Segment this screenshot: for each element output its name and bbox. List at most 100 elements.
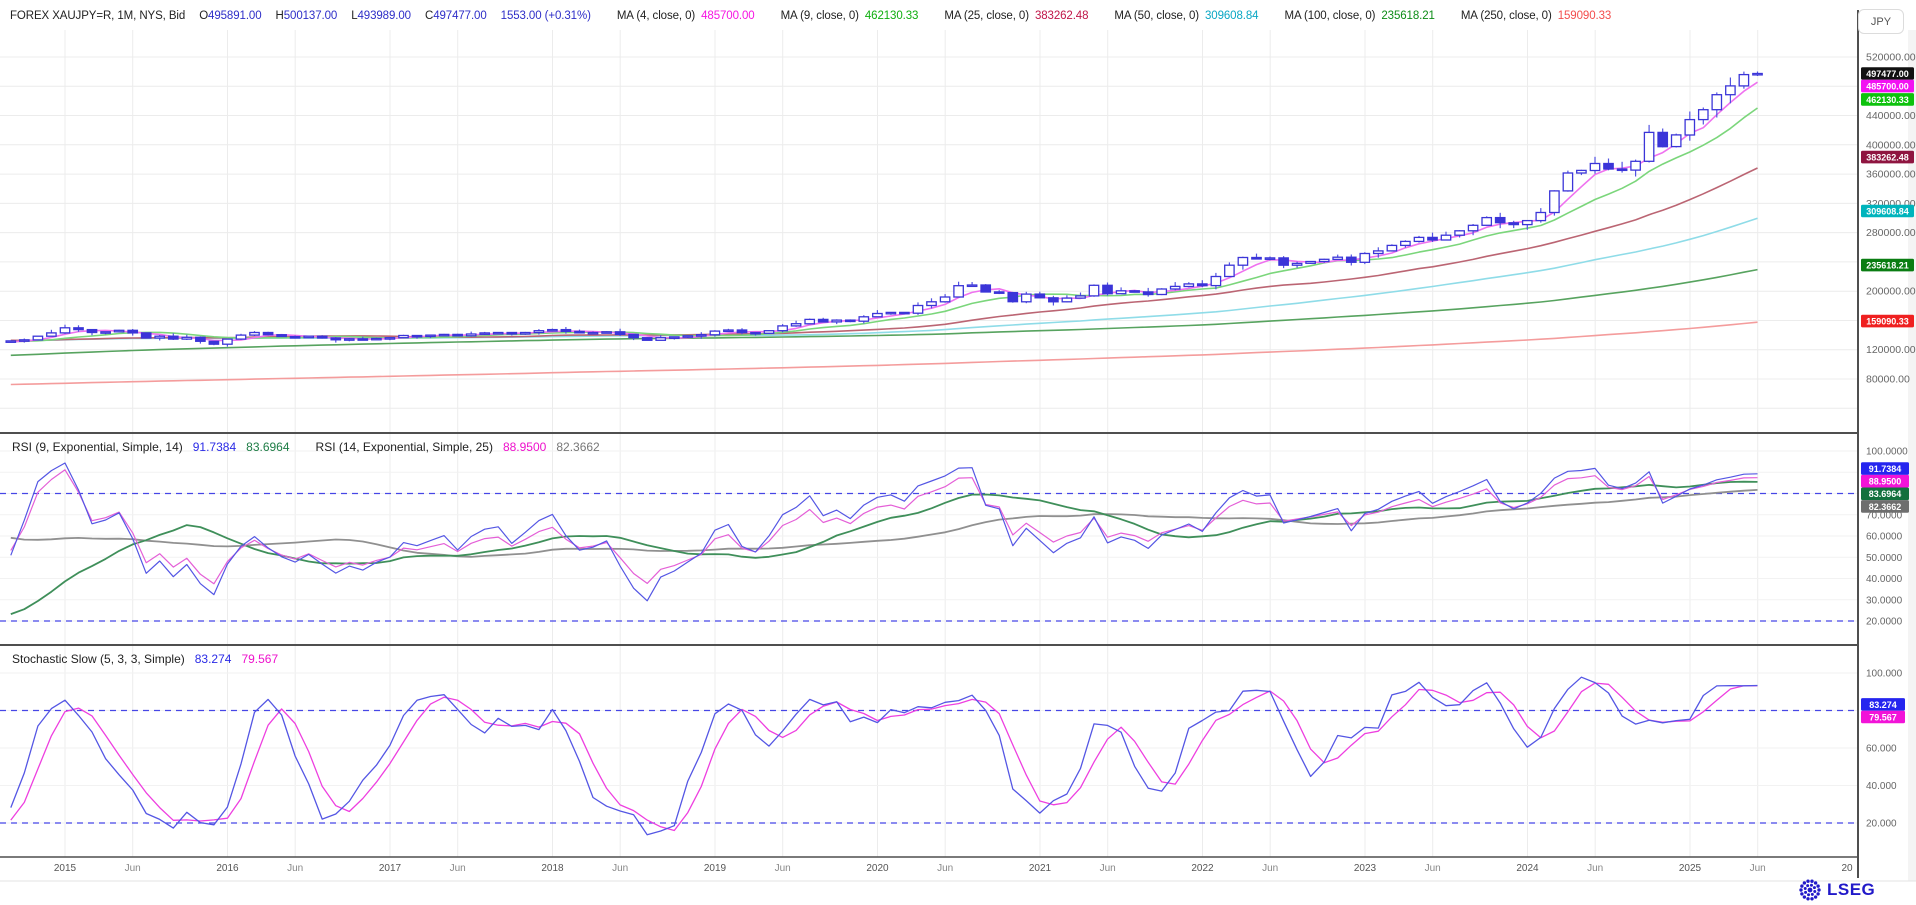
svg-text:79.567: 79.567	[1869, 712, 1897, 722]
axis-badge: 91.7384	[1861, 462, 1909, 475]
stoch-k-value: 83.274	[195, 652, 232, 666]
svg-text:60.0000: 60.0000	[1866, 532, 1903, 543]
axis-badge: 485700.00	[1861, 80, 1914, 93]
svg-text:20.0000: 20.0000	[1866, 617, 1903, 628]
stoch-panel-title: Stochastic Slow (5, 3, 3, Simple) 83.274…	[12, 652, 278, 666]
svg-text:Jun: Jun	[287, 863, 303, 874]
svg-text:40.000: 40.000	[1866, 781, 1897, 792]
svg-text:2017: 2017	[379, 863, 402, 874]
svg-text:440000.00: 440000.00	[1866, 110, 1916, 122]
svg-text:200000.00: 200000.00	[1866, 286, 1916, 298]
price-panel	[0, 57, 1858, 408]
svg-text:Jun: Jun	[775, 863, 791, 874]
svg-text:91.7384: 91.7384	[1869, 464, 1902, 474]
stoch-title: Stochastic Slow (5, 3, 3, Simple)	[12, 652, 185, 666]
svg-text:309608.84: 309608.84	[1866, 206, 1909, 216]
axis-badge: 462130.33	[1861, 93, 1914, 106]
svg-text:Jun: Jun	[1100, 863, 1116, 874]
svg-text:Jun: Jun	[612, 863, 628, 874]
svg-text:50.0000: 50.0000	[1866, 553, 1903, 564]
ma-legend-item: MA (25, close, 0)383262.48	[944, 10, 1114, 22]
svg-text:82.3662: 82.3662	[1869, 502, 1902, 512]
stoch-panel	[0, 673, 1858, 835]
svg-text:159090.33: 159090.33	[1866, 317, 1909, 327]
currency-button[interactable]: JPY	[1858, 9, 1904, 34]
svg-text:360000.00: 360000.00	[1866, 169, 1916, 181]
ma-legend-item: MA (50, close, 0)309608.84	[1114, 10, 1284, 22]
svg-text:Jun: Jun	[1587, 863, 1603, 874]
svg-text:60.000: 60.000	[1866, 744, 1897, 755]
svg-text:30.0000: 30.0000	[1866, 595, 1903, 606]
svg-text:2021: 2021	[1029, 863, 1052, 874]
svg-text:2020: 2020	[866, 863, 889, 874]
axis-badge: 79.567	[1861, 711, 1905, 724]
svg-text:383262.48: 383262.48	[1866, 153, 1909, 163]
svg-text:2015: 2015	[54, 863, 77, 874]
lseg-logo-text: LSEG	[1827, 880, 1875, 900]
net-change: 1553.00 (+0.31%)	[501, 10, 591, 22]
svg-text:2016: 2016	[216, 863, 239, 874]
svg-text:Jun: Jun	[1425, 863, 1441, 874]
svg-text:20.000: 20.000	[1866, 819, 1897, 830]
rsi-value-2: 88.9500	[503, 440, 546, 454]
svg-text:280000.00: 280000.00	[1866, 227, 1916, 239]
close-value: C497477.00	[425, 10, 487, 22]
svg-text:100.0000: 100.0000	[1866, 447, 1908, 458]
svg-text:235618.21: 235618.21	[1866, 261, 1909, 271]
svg-text:520000.00: 520000.00	[1866, 52, 1916, 64]
axis-badge: 383262.48	[1861, 151, 1914, 164]
axis-badge: 309608.84	[1861, 205, 1914, 218]
svg-text:Jun: Jun	[450, 863, 466, 874]
ma-legend-item: MA (250, close, 0)159090.33	[1461, 10, 1637, 22]
high-value: H500137.00	[276, 10, 338, 22]
axis-badge: 83.274	[1861, 698, 1905, 711]
svg-text:88.9500: 88.9500	[1869, 477, 1902, 487]
stoch-d-value: 79.567	[241, 652, 278, 666]
svg-text:Jun: Jun	[1262, 863, 1278, 874]
rsi-panel-title: RSI (9, Exponential, Simple, 14) 91.7384…	[12, 440, 600, 454]
svg-text:20: 20	[1841, 863, 1853, 874]
svg-text:2019: 2019	[704, 863, 727, 874]
ma-legend-item: MA (100, close, 0)235618.21	[1284, 10, 1460, 22]
ma-legend-item: MA (4, close, 0)485700.00	[617, 10, 781, 22]
svg-text:83.6964: 83.6964	[1869, 489, 1902, 499]
svg-text:2024: 2024	[1516, 863, 1539, 874]
axis-badge: 497477.00	[1861, 67, 1914, 80]
x-axis-labels[interactable]: 2015 Jun 2016 Jun 2017 Jun 2018 Jun 2019 Jun 2020 J…	[54, 863, 1853, 874]
axis-badge: 88.9500	[1861, 475, 1909, 488]
low-value: L493989.00	[351, 10, 411, 22]
svg-text:2018: 2018	[541, 863, 564, 874]
rsi-title-1: RSI (9, Exponential, Simple, 14)	[12, 440, 183, 454]
lseg-crest-icon	[1798, 878, 1822, 902]
rsi-value-1: 91.7384	[193, 440, 236, 454]
svg-text:83.274: 83.274	[1869, 700, 1897, 710]
svg-text:40.0000: 40.0000	[1866, 574, 1903, 585]
svg-text:100.000: 100.000	[1866, 669, 1903, 680]
svg-text:485700.00: 485700.00	[1866, 82, 1909, 92]
stoch-axis[interactable]: 100.000 60.000 40.000 20.000	[1866, 669, 1903, 830]
axis-badge: 83.6964	[1861, 488, 1909, 501]
svg-text:2025: 2025	[1679, 863, 1702, 874]
rsi-ma-value-2: 82.3662	[556, 440, 599, 454]
ma-legend-item: MA (9, close, 0)462130.33	[781, 10, 945, 22]
ma-legend: MA (4, close, 0)485700.00MA (9, close, 0…	[617, 10, 1637, 22]
svg-text:462130.33: 462130.33	[1866, 95, 1909, 105]
lseg-logo: LSEG	[1798, 878, 1875, 902]
svg-text:80000.00: 80000.00	[1866, 374, 1910, 386]
svg-text:2023: 2023	[1354, 863, 1377, 874]
quote-header: FOREX XAUJPY=R, 1M, NYS, Bid O495891.00 …	[10, 6, 1637, 26]
axis-badge: 159090.33	[1861, 315, 1914, 328]
axis-badge: 235618.21	[1861, 259, 1914, 272]
svg-text:Jun: Jun	[125, 863, 141, 874]
chart-workspace: { "header": { "instrument": "FOREX XAUJP…	[0, 0, 1916, 905]
svg-text:120000.00: 120000.00	[1866, 344, 1916, 356]
open-value: O495891.00	[199, 10, 261, 22]
axis-badge: 82.3662	[1861, 500, 1909, 513]
rsi-panel	[0, 451, 1858, 621]
svg-text:400000.00: 400000.00	[1866, 139, 1916, 151]
svg-text:2022: 2022	[1191, 863, 1214, 874]
rsi-ma-value-1: 83.6964	[246, 440, 289, 454]
rsi-title-2: RSI (14, Exponential, Simple, 25)	[316, 440, 493, 454]
svg-text:Jun: Jun	[937, 863, 953, 874]
svg-text:497477.00: 497477.00	[1866, 69, 1909, 79]
